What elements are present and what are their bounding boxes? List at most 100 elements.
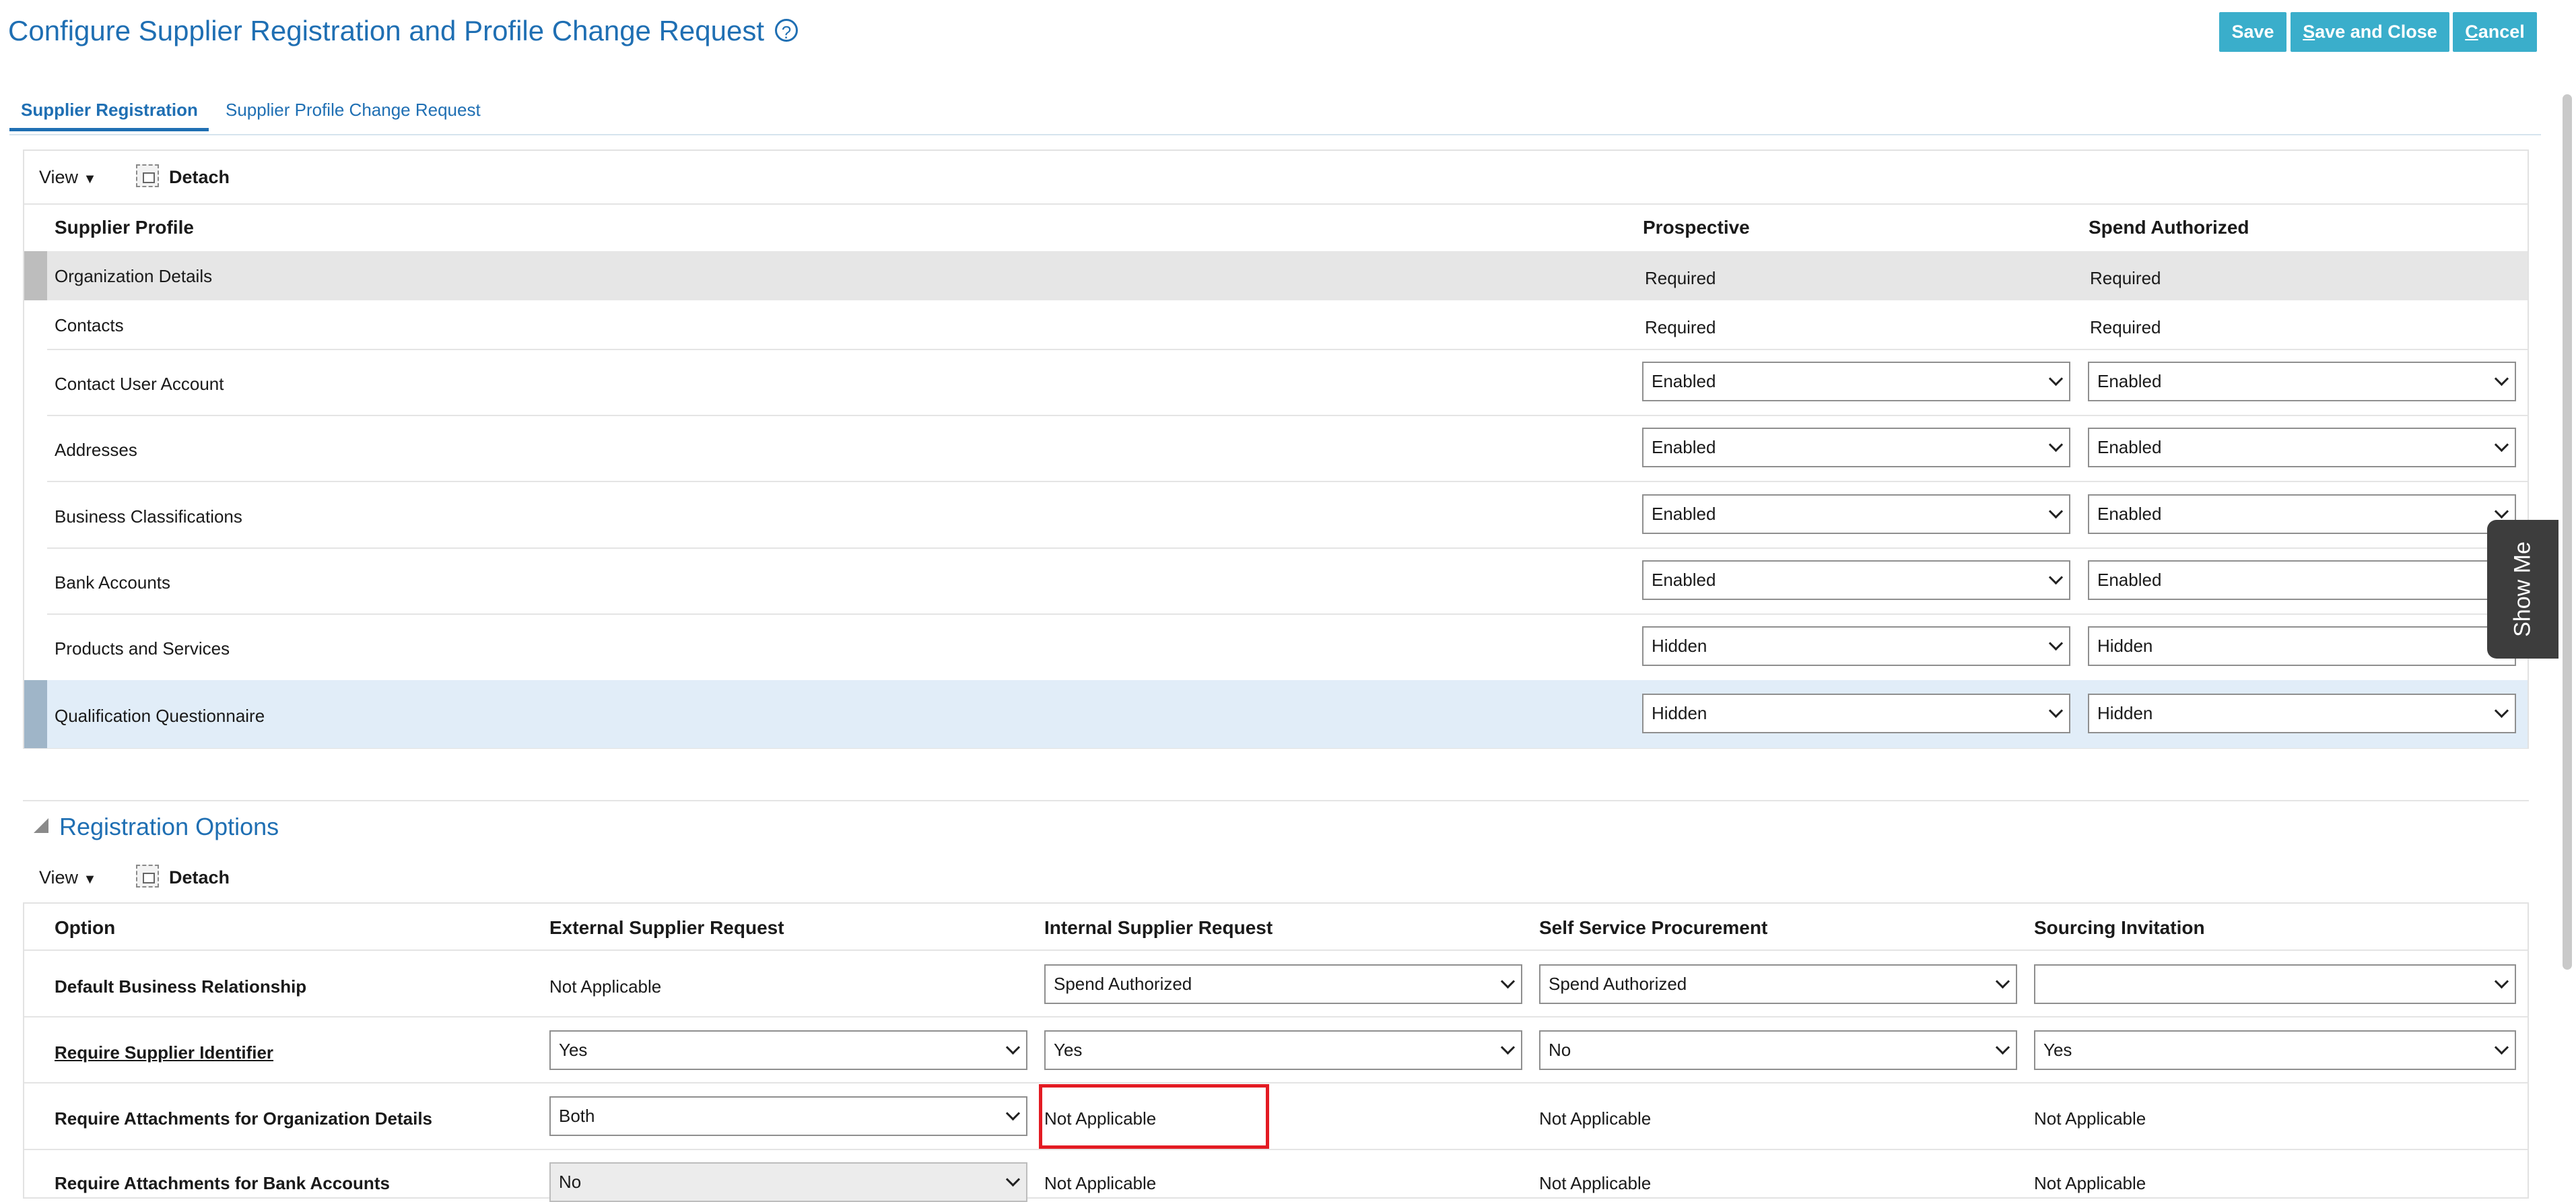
chevron-down-icon [1005,1106,1021,1121]
save-and-close-button[interactable]: Save and Close [2291,12,2449,52]
view-menu[interactable]: View ▼ [39,167,96,188]
column-header-external: External Supplier Request [549,917,784,938]
row-divider [24,1082,2528,1083]
row-label: Products and Services [55,638,230,659]
option-link-require-supplier-identifier[interactable]: Require Supplier Identifier [55,1042,273,1063]
row-divider [47,613,2528,615]
external-select[interactable]: No [549,1162,1027,1202]
tab-supplier-registration[interactable]: Supplier Registration [21,100,198,121]
chevron-down-icon [2494,504,2509,519]
external-value: Not Applicable [549,976,662,997]
row-divider [24,1149,2528,1150]
row-value-prospective: Required [1645,317,1716,337]
highlight-box [1039,1084,1269,1149]
sourcing-select[interactable] [2034,964,2516,1004]
row-divider [47,547,2528,549]
option-label: Require Attachments for Bank Accounts [55,1173,390,1193]
row-value-spend: Required [2090,268,2161,288]
chevron-down-icon [2048,437,2064,453]
chevron-down-icon [2048,570,2064,585]
row-label: Business Classifications [55,506,242,527]
spend-authorized-select[interactable]: Enabled [2088,428,2516,467]
chevron-down-icon [1995,974,2010,989]
row-divider [47,349,2528,350]
chevron-down-icon [1995,1040,2010,1055]
detach-button[interactable]: Detach [169,167,230,188]
tab-supplier-profile-change-request[interactable]: Supplier Profile Change Request [226,100,481,121]
chevron-down-icon [1500,1040,1516,1055]
help-icon[interactable]: ? [775,18,799,42]
self-service-value: Not Applicable [1539,1173,1652,1193]
page-title: Configure Supplier Registration and Prof… [8,15,799,47]
internal-select[interactable]: Spend Authorized [1044,964,1522,1004]
caret-down-icon: ▼ [83,172,97,187]
sourcing-value: Not Applicable [2034,1108,2146,1129]
column-header-internal: Internal Supplier Request [1044,917,1273,938]
detach-icon[interactable] [136,865,159,888]
external-select[interactable]: Yes [549,1030,1027,1070]
view-menu[interactable]: View ▼ [39,867,96,888]
chevron-down-icon [2494,703,2509,719]
prospective-select[interactable]: Enabled [1642,494,2070,534]
chevron-down-icon [1500,974,1516,989]
show-me-button[interactable]: Show Me [2487,520,2558,659]
prospective-select[interactable]: Enabled [1642,428,2070,467]
column-header-option: Option [55,917,116,938]
self-service-select[interactable]: No [1539,1030,2017,1070]
chevron-down-icon [2494,1040,2509,1055]
chevron-down-icon [2494,974,2509,989]
vertical-scrollbar[interactable] [2563,94,2572,970]
tab-divider [9,134,2541,135]
divider [24,203,2528,205]
column-header-sourcing: Sourcing Invitation [2034,917,2205,938]
save-button[interactable]: Save [2219,12,2286,52]
spend-authorized-select[interactable]: Enabled [2088,560,2516,600]
chevron-down-icon [2048,703,2064,719]
sourcing-select[interactable]: Yes [2034,1030,2516,1070]
row-label: Contact User Account [55,374,224,394]
collapse-triangle-icon[interactable] [34,818,48,833]
detach-button[interactable]: Detach [169,867,230,888]
row-selector[interactable] [24,251,47,300]
row-label: Qualification Questionnaire [55,706,265,726]
column-header-supplier-profile: Supplier Profile [55,217,194,238]
row-selector[interactable] [24,680,47,748]
row-label: Contacts [55,315,124,335]
internal-select[interactable]: Yes [1044,1030,1522,1070]
chevron-down-icon [1005,1040,1021,1055]
spend-authorized-select[interactable]: Hidden [2088,626,2516,666]
prospective-select[interactable]: Hidden [1642,626,2070,666]
row-label: Bank Accounts [55,572,170,593]
self-service-select[interactable]: Spend Authorized [1539,964,2017,1004]
section-divider [23,800,2529,801]
row-label: Organization Details [55,266,213,286]
external-select[interactable]: Both [549,1096,1027,1136]
prospective-select[interactable]: Enabled [1642,560,2070,600]
chevron-down-icon [2048,504,2064,519]
column-header-self-service: Self Service Procurement [1539,917,1768,938]
spend-authorized-select[interactable]: Hidden [2088,694,2516,733]
detach-icon[interactable] [136,164,159,187]
internal-value: Not Applicable [1044,1173,1157,1193]
chevron-down-icon [1005,1172,1021,1187]
sourcing-value: Not Applicable [2034,1173,2146,1193]
row-value-prospective: Required [1645,268,1716,288]
row-label: Addresses [55,440,137,460]
option-label: Default Business Relationship [55,976,307,997]
column-header-prospective: Prospective [1643,217,1750,238]
caret-down-icon: ▼ [83,872,97,887]
row-value-spend: Required [2090,317,2161,337]
cancel-button[interactable]: Cancel [2453,12,2537,52]
chevron-down-icon [2048,636,2064,651]
column-header-spend-authorized: Spend Authorized [2089,217,2249,238]
option-label: Require Attachments for Organization Det… [55,1108,433,1129]
active-tab-indicator [9,128,209,131]
spend-authorized-select[interactable]: Enabled [2088,494,2516,534]
spend-authorized-select[interactable]: Enabled [2088,362,2516,401]
self-service-value: Not Applicable [1539,1108,1652,1129]
section-title[interactable]: Registration Options [59,813,279,841]
chevron-down-icon [2494,371,2509,387]
row-divider [24,949,2528,951]
prospective-select[interactable]: Enabled [1642,362,2070,401]
prospective-select[interactable]: Hidden [1642,694,2070,733]
